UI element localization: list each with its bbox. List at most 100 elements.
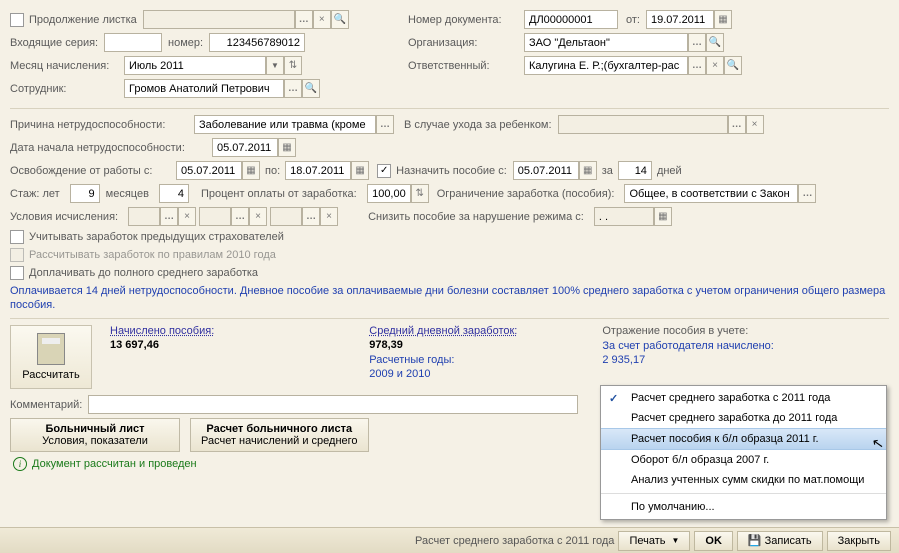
release-to-calendar-icon[interactable]: ▦ bbox=[351, 161, 369, 180]
calccond2-input bbox=[199, 207, 231, 226]
continuation-select-icon[interactable]: … bbox=[295, 10, 313, 29]
reduce-calendar-icon[interactable]: ▦ bbox=[654, 207, 672, 226]
save-button[interactable]: 💾Записать bbox=[737, 531, 823, 551]
month-up-down-icon[interactable]: ⇅ bbox=[284, 56, 302, 75]
footer-default-label: Расчет среднего заработка с 2011 года bbox=[415, 535, 614, 547]
calccond-clear-icon[interactable]: × bbox=[178, 207, 196, 226]
assign-calendar-icon[interactable]: ▦ bbox=[579, 161, 597, 180]
number-label: номер: bbox=[168, 37, 203, 49]
tab-sickleave[interactable]: Больничный лист Условия, показатели bbox=[10, 418, 180, 452]
ok-button[interactable]: OK bbox=[694, 531, 733, 551]
print-button[interactable]: Печать▼ bbox=[618, 531, 690, 551]
datefrom-input[interactable]: 19.07.2011 bbox=[646, 10, 714, 29]
reduce-date: . . bbox=[594, 207, 654, 226]
start-calendar-icon[interactable]: ▦ bbox=[278, 138, 296, 157]
paypct-label: Процент оплаты от заработка: bbox=[201, 188, 357, 200]
resp-select-icon[interactable]: … bbox=[688, 56, 706, 75]
org-select-icon[interactable]: … bbox=[688, 33, 706, 52]
employee-select-icon[interactable]: … bbox=[284, 79, 302, 98]
employee-label: Сотрудник: bbox=[10, 83, 118, 95]
release-from-calendar-icon[interactable]: ▦ bbox=[242, 161, 260, 180]
menu-item-default[interactable]: По умолчанию... bbox=[601, 497, 886, 517]
employee-search-icon[interactable]: 🔍 bbox=[302, 79, 320, 98]
datefrom-calendar-icon[interactable]: ▦ bbox=[714, 10, 732, 29]
calccond2-select-icon[interactable]: … bbox=[231, 207, 249, 226]
employee-input[interactable]: Громов Анатолий Петрович bbox=[124, 79, 284, 98]
reduce-label: Снизить пособие за нарушение режима с: bbox=[368, 211, 584, 223]
calccond3-clear-icon[interactable]: × bbox=[320, 207, 338, 226]
release-to[interactable]: 18.07.2011 bbox=[285, 161, 351, 180]
cb-full-salary[interactable] bbox=[10, 266, 24, 280]
release-label: Освобождение от работы с: bbox=[10, 165, 170, 177]
comment-input[interactable] bbox=[88, 395, 578, 414]
menu-item-benefit2011[interactable]: Расчет пособия к б/л образца 2011 г. bbox=[601, 428, 886, 450]
check-icon: ✓ bbox=[609, 392, 618, 405]
incoming-series-label: Входящие серия: bbox=[10, 37, 98, 49]
continuation-label: Продолжение листка bbox=[29, 14, 137, 26]
childcare-label: В случае ухода за ребенком: bbox=[404, 119, 552, 131]
continuation-checkbox[interactable] bbox=[10, 13, 24, 27]
summary-text: Оплачивается 14 дней нетрудоспособности.… bbox=[10, 284, 889, 312]
resp-input[interactable]: Калугина Е. Р.;(бухгалтер-рас bbox=[524, 56, 688, 75]
employer-value: 2 935,17 bbox=[602, 353, 773, 367]
months-input[interactable]: 4 bbox=[159, 184, 189, 203]
month-down-icon[interactable]: ▼ bbox=[266, 56, 284, 75]
childcare-clear-icon[interactable]: × bbox=[746, 115, 764, 134]
reason-select-icon[interactable]: … bbox=[376, 115, 394, 134]
resp-label: Ответственный: bbox=[408, 60, 518, 72]
calculator-icon bbox=[37, 333, 65, 365]
start-input[interactable]: 05.07.2011 bbox=[212, 138, 278, 157]
menu-item-avgpre2011[interactable]: Расчет среднего заработка до 2011 года bbox=[601, 408, 886, 428]
month-input[interactable]: Июль 2011 bbox=[124, 56, 266, 75]
childcare-select-icon[interactable]: … bbox=[728, 115, 746, 134]
docnum-input[interactable]: ДЛ00000001 bbox=[524, 10, 618, 29]
menu-item-analysis[interactable]: Анализ учтенных сумм скидки по мат.помощ… bbox=[601, 470, 886, 490]
limit-input[interactable]: Общее, в соответствии с Закон bbox=[624, 184, 798, 203]
release-from[interactable]: 05.07.2011 bbox=[176, 161, 242, 180]
continuation-clear-icon[interactable]: × bbox=[313, 10, 331, 29]
avg-value: 978,39 bbox=[369, 339, 517, 351]
incoming-series-input[interactable] bbox=[104, 33, 162, 52]
reason-input[interactable]: Заболевание или травма (кроме bbox=[194, 115, 376, 134]
close-button[interactable]: Закрыть bbox=[827, 531, 891, 551]
months-label: месяцев bbox=[106, 188, 149, 200]
save-icon: 💾 bbox=[748, 534, 762, 547]
calccond-select-icon[interactable]: … bbox=[160, 207, 178, 226]
tab-calc[interactable]: Расчет больничного листа Расчет начислен… bbox=[190, 418, 369, 452]
paypct-input[interactable]: 100,00 bbox=[367, 184, 411, 203]
continuation-search-icon[interactable]: 🔍 bbox=[331, 10, 349, 29]
limit-select-icon[interactable]: … bbox=[798, 184, 816, 203]
accrued-link[interactable]: Начислено пособия: bbox=[110, 325, 214, 337]
cb-prev-insurers[interactable] bbox=[10, 230, 24, 244]
assign-from[interactable]: 05.07.2011 bbox=[513, 161, 579, 180]
days-label: дней bbox=[657, 165, 682, 177]
calculate-button[interactable]: Рассчитать bbox=[10, 325, 92, 389]
number-input[interactable]: 123456789012 bbox=[209, 33, 305, 52]
calccond3-input bbox=[270, 207, 302, 226]
calccond2-clear-icon[interactable]: × bbox=[249, 207, 267, 226]
years-input[interactable]: 9 bbox=[70, 184, 100, 203]
docnum-label: Номер документа: bbox=[408, 14, 518, 26]
menu-item-turnover2007[interactable]: Оборот б/л образца 2007 г. bbox=[601, 450, 886, 470]
resp-clear-icon[interactable]: × bbox=[706, 56, 724, 75]
cb-full-label: Доплачивать до полного среднего заработк… bbox=[29, 267, 258, 279]
org-input[interactable]: ЗАО "Дельтаон" bbox=[524, 33, 688, 52]
menu-item-avg2011[interactable]: ✓ Расчет среднего заработка с 2011 года bbox=[601, 388, 886, 408]
years-label: Расчетные годы: bbox=[369, 353, 517, 367]
datefrom-label: от: bbox=[626, 14, 640, 26]
avg-link[interactable]: Средний дневной заработок: bbox=[369, 325, 517, 337]
days-input[interactable]: 14 bbox=[618, 161, 652, 180]
print-menu: ✓ Расчет среднего заработка с 2011 года … bbox=[600, 385, 887, 520]
resp-search-icon[interactable]: 🔍 bbox=[724, 56, 742, 75]
cb-prev-label: Учитывать заработок предыдущих страховат… bbox=[29, 231, 284, 243]
cb-2010-label: Рассчитывать заработок по правилам 2010 … bbox=[29, 249, 276, 261]
org-search-icon[interactable]: 🔍 bbox=[706, 33, 724, 52]
reflect-label: Отражение пособия в учете: bbox=[602, 325, 773, 337]
calccond-input bbox=[128, 207, 160, 226]
calccond3-select-icon[interactable]: … bbox=[302, 207, 320, 226]
seniority-label: Стаж: лет bbox=[10, 188, 60, 200]
paypct-stepper-icon[interactable]: ⇅ bbox=[411, 184, 429, 203]
assign-label: Назначить пособие с: bbox=[396, 165, 507, 177]
assign-checkbox[interactable]: ✓ bbox=[377, 164, 391, 178]
month-label: Месяц начисления: bbox=[10, 60, 118, 72]
